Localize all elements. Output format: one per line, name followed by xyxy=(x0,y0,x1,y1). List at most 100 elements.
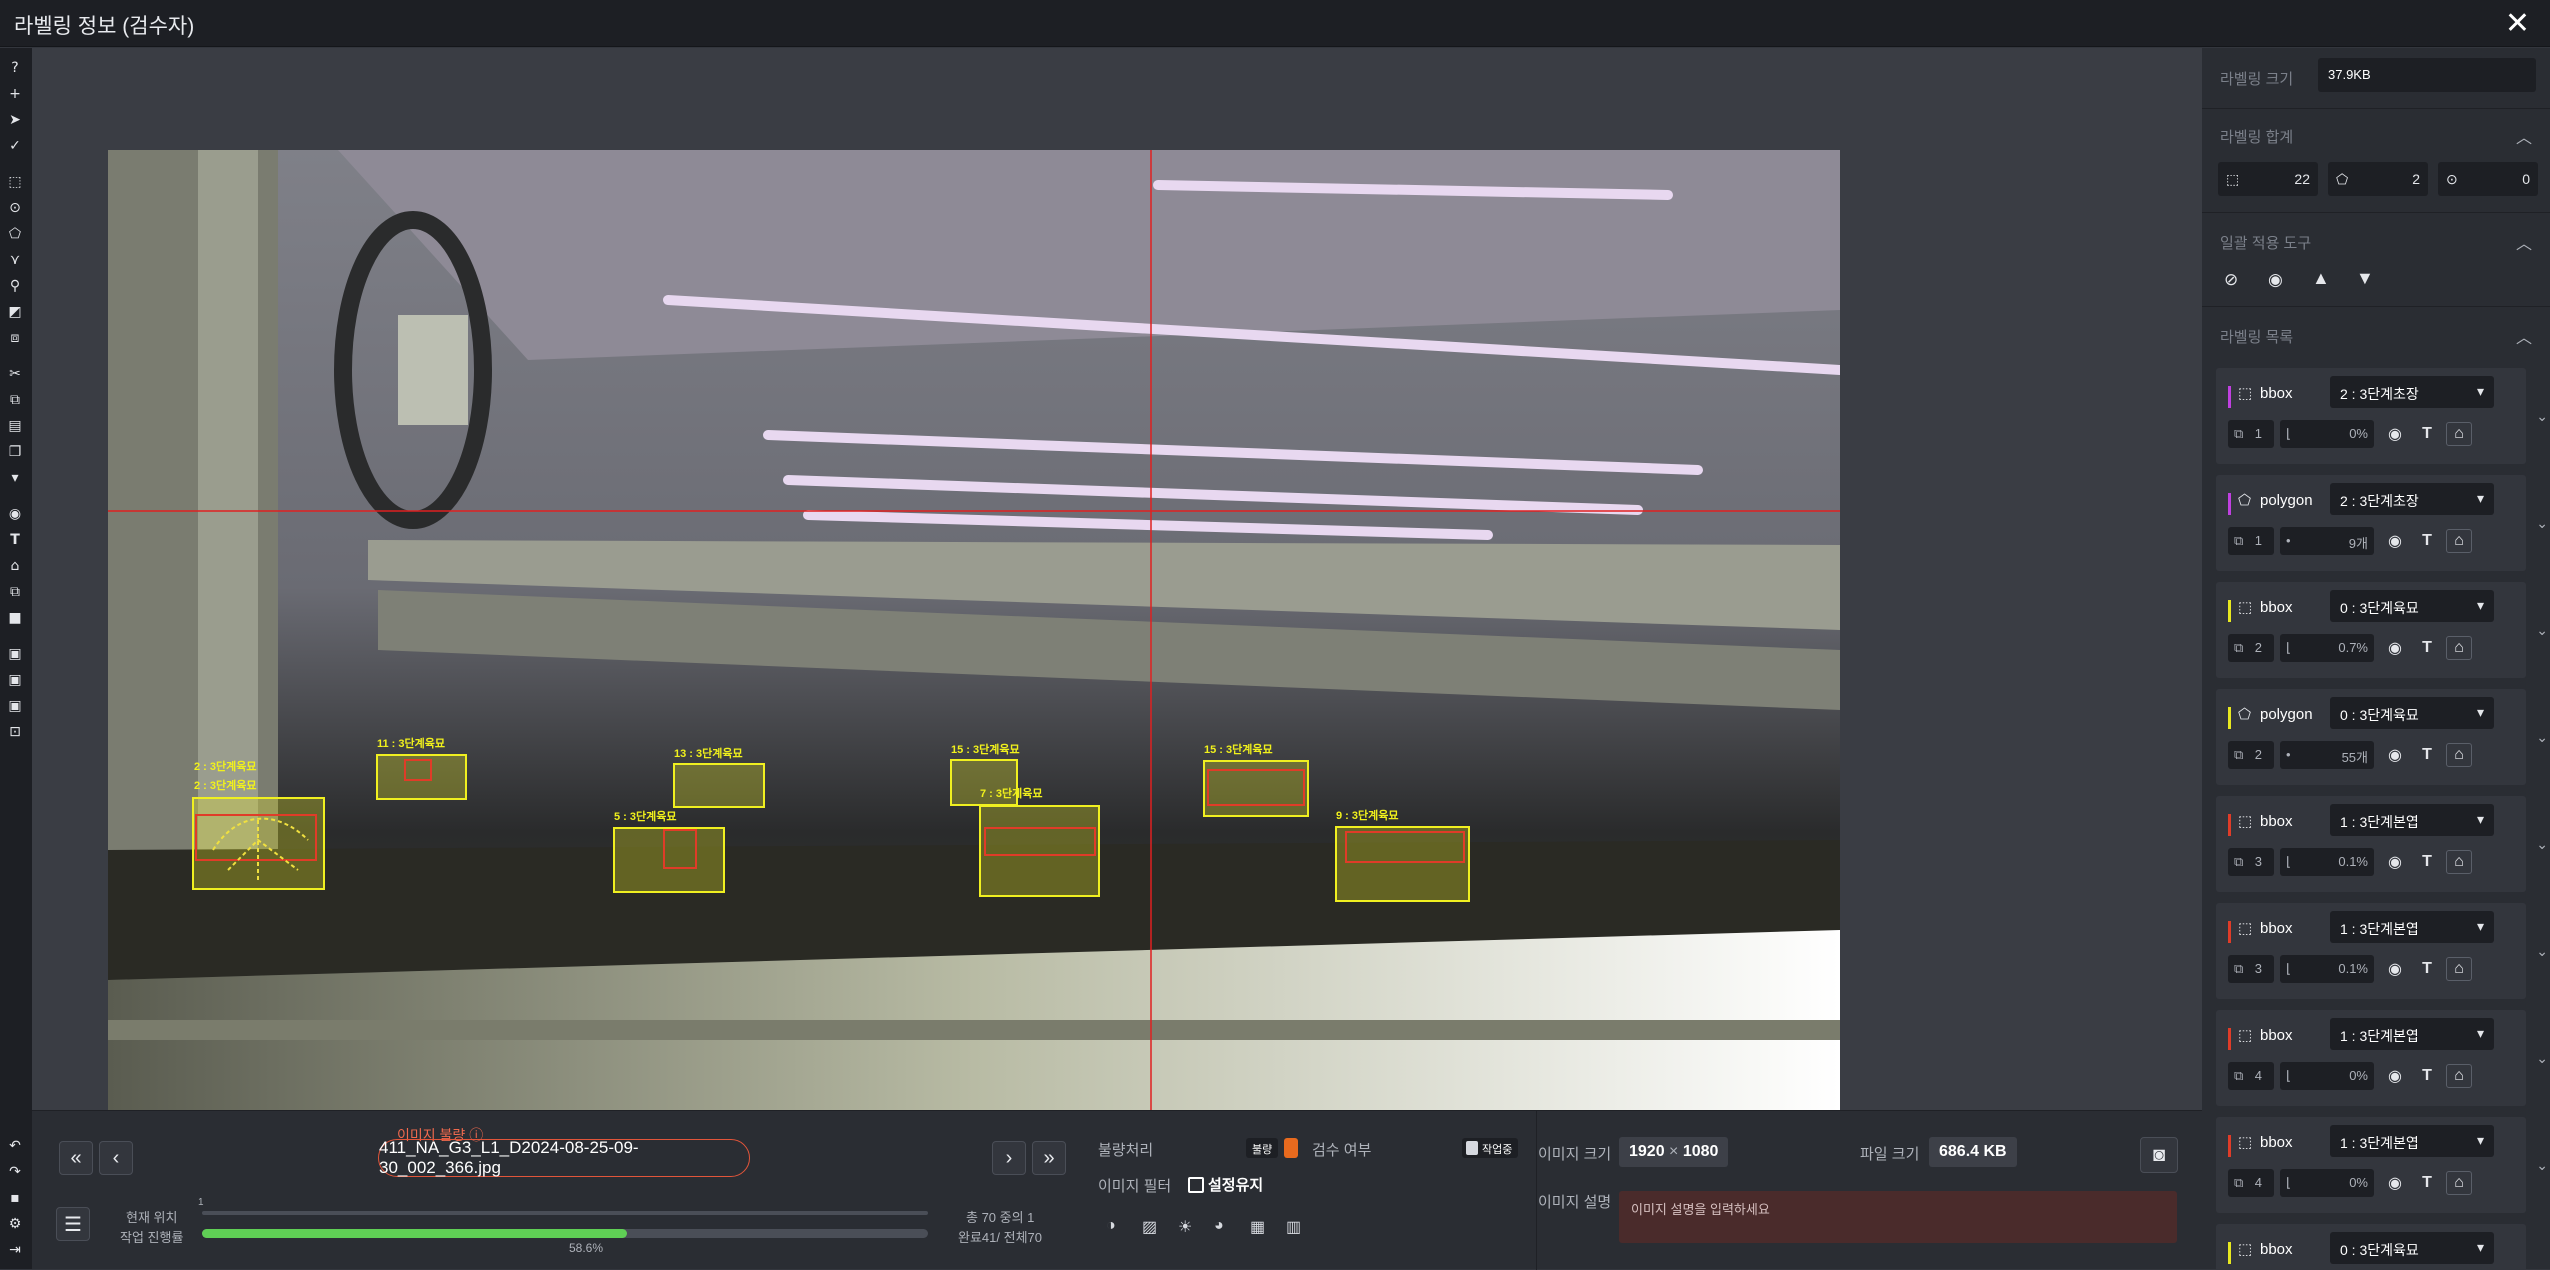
class-select[interactable]: 1 : 3단계본엽 xyxy=(2330,911,2494,943)
class-select[interactable]: 1 : 3단계본엽 xyxy=(2330,804,2494,836)
delete-icon[interactable]: ▾ xyxy=(4,468,26,488)
settings-icon[interactable]: ⚙ xyxy=(4,1214,26,1234)
image-canvas[interactable]: 2 : 3단계육묘 2 : 3단계육묘 11 : 3단계육묘 13 : 3단계육… xyxy=(108,150,1840,1123)
segment-icon[interactable]: ◩ xyxy=(4,302,26,322)
check-icon[interactable]: ✓ xyxy=(4,136,26,156)
class-select[interactable]: 0 : 3단계육묘 xyxy=(2330,697,2494,729)
next-image-button[interactable]: › xyxy=(992,1141,1026,1175)
lock-icon[interactable]: ⌂ xyxy=(2446,1171,2472,1195)
copy-icon[interactable]: ⧉ xyxy=(4,390,26,410)
duplicate-icon[interactable]: ❐ xyxy=(4,442,26,462)
chevron-down-icon[interactable]: ⌄ xyxy=(2536,622,2548,639)
image-save-icon[interactable]: ▣ xyxy=(4,670,26,690)
point-icon[interactable]: ⊙ xyxy=(4,198,26,218)
text-icon[interactable]: T xyxy=(2414,743,2440,767)
eye-icon[interactable]: ◉ xyxy=(2382,422,2408,446)
lock-icon[interactable]: ⌂ xyxy=(4,556,26,576)
class-select[interactable]: 2 : 3단계초장 xyxy=(2330,483,2494,515)
help-icon[interactable]: ? xyxy=(4,58,26,78)
label-list-item[interactable]: ⬚ bbox 1 : 3단계본엽 ⧉ 4 ⌊ 0% ◉T⌂ ⌄ xyxy=(2216,1010,2548,1106)
show-all-icon[interactable]: ◉ xyxy=(2268,270,2283,290)
chevron-up-icon[interactable]: ︿ xyxy=(2516,124,2532,148)
class-select[interactable]: 0 : 3단계육묘 xyxy=(2330,590,2494,622)
label-list-item[interactable]: ⬠ polygon 0 : 3단계육묘 ⧉ 2 • 55개 ◉T⌂ ⌄ xyxy=(2216,689,2548,785)
text-icon[interactable]: T xyxy=(2414,636,2440,660)
chevron-up-icon[interactable]: ︿ xyxy=(2516,230,2532,254)
plus-icon[interactable]: + xyxy=(4,84,26,104)
class-select[interactable]: 2 : 3단계초장 xyxy=(2330,376,2494,408)
label-list-item[interactable]: ⬚bbox0 : 3단계육묘⧉ ⌊◉T⌂⌄ xyxy=(2216,1224,2548,1269)
first-image-button[interactable]: « xyxy=(59,1141,93,1175)
saturation-icon[interactable]: ◕ xyxy=(1214,1217,1224,1235)
eye-icon[interactable]: ◉ xyxy=(2382,1064,2408,1088)
texture-icon[interactable]: ▨ xyxy=(1142,1217,1157,1237)
chevron-down-icon[interactable]: ⌄ xyxy=(2536,1050,2548,1067)
lock-icon[interactable]: ⌂ xyxy=(2446,850,2472,874)
image-fit-icon[interactable]: ⊡ xyxy=(4,722,26,742)
text-icon[interactable]: T xyxy=(4,530,26,550)
label-list-item[interactable]: ⬠ polygon 2 : 3단계초장 ⧉ 1 • 9개 ◉T⌂ ⌄ xyxy=(2216,475,2548,571)
grayscale-icon[interactable]: ▥ xyxy=(1286,1217,1301,1237)
eye-icon[interactable]: ◉ xyxy=(2382,636,2408,660)
chevron-down-icon[interactable]: ⌄ xyxy=(2536,408,2548,425)
move-down-icon[interactable]: ▼ xyxy=(2356,268,2374,289)
cut-icon[interactable]: ✂ xyxy=(4,364,26,384)
text-icon[interactable]: T xyxy=(2414,1064,2440,1088)
image-desc-input[interactable]: 이미지 설명을 입력하세요 xyxy=(1619,1191,2177,1243)
class-select[interactable]: 1 : 3단계본엽 xyxy=(2330,1125,2494,1157)
eye-icon[interactable]: ◉ xyxy=(4,504,26,524)
lock-icon[interactable]: ⌂ xyxy=(2446,422,2472,446)
layer-down-icon[interactable]: ■ xyxy=(4,608,26,628)
chevron-up-icon[interactable]: ︿ xyxy=(2516,324,2532,348)
lock-icon[interactable]: ⌂ xyxy=(2446,957,2472,981)
redo-icon[interactable]: ↷ xyxy=(4,1162,26,1182)
prev-image-button[interactable]: ‹ xyxy=(99,1141,133,1175)
undo-icon[interactable]: ↶ xyxy=(4,1136,26,1156)
paste-icon[interactable]: ▤ xyxy=(4,416,26,436)
save-icon[interactable]: ▪ xyxy=(4,1188,26,1208)
label-list-item[interactable]: ⬚ bbox 1 : 3단계본엽 ⧉ 3 ⌊ 0.1% ◉T⌂ ⌄ xyxy=(2216,796,2548,892)
label-list-item[interactable]: ⬚ bbox 0 : 3단계육묘 ⧉ 2 ⌊ 0.7% ◉T⌂ ⌄ xyxy=(2216,582,2548,678)
keep-setting-checkbox[interactable]: 설정유지 xyxy=(1188,1174,1263,1195)
close-icon[interactable]: ✕ xyxy=(2505,6,2530,41)
label-list-item[interactable]: ⬚ bbox 2 : 3단계초장 ⧉ 1 ⌊ 0% ◉T⌂ ⌄ xyxy=(2216,368,2548,464)
chevron-down-icon[interactable]: ⌄ xyxy=(2536,943,2548,960)
text-icon[interactable]: T xyxy=(2414,957,2440,981)
chevron-down-icon[interactable]: ⌄ xyxy=(2536,1264,2548,1269)
logout-icon[interactable]: ⇥ xyxy=(4,1240,26,1260)
lock-icon[interactable]: ⌂ xyxy=(2446,636,2472,660)
canvas-area[interactable]: 2 : 3단계육묘 2 : 3단계육묘 11 : 3단계육묘 13 : 3단계육… xyxy=(32,48,2202,1123)
class-select[interactable]: 1 : 3단계본엽 xyxy=(2330,1018,2494,1050)
last-image-button[interactable]: » xyxy=(1032,1141,1066,1175)
text-icon[interactable]: T xyxy=(2414,1171,2440,1195)
polygon-icon[interactable]: ⬠ xyxy=(4,224,26,244)
lock-icon[interactable]: ⌂ xyxy=(2446,743,2472,767)
class-select[interactable]: 0 : 3단계육묘 xyxy=(2330,1232,2494,1264)
label-list-item[interactable]: ⬚ bbox 1 : 3단계본엽 ⧉ 4 ⌊ 0% ◉T⌂ ⌄ xyxy=(2216,1117,2548,1213)
bbox-icon[interactable]: ⬚ xyxy=(4,172,26,192)
inspect-tag[interactable]: 작업중 xyxy=(1462,1138,1519,1158)
chevron-down-icon[interactable]: ⌄ xyxy=(2536,1157,2548,1174)
chevron-down-icon[interactable]: ⌄ xyxy=(2536,836,2548,853)
hide-all-icon[interactable]: ⊘ xyxy=(2224,270,2238,290)
camera-icon[interactable]: ◙ xyxy=(2140,1137,2178,1173)
text-icon[interactable]: T xyxy=(2414,422,2440,446)
eye-icon[interactable]: ◉ xyxy=(2382,743,2408,767)
contrast-icon[interactable]: ◑ xyxy=(1106,1217,1116,1235)
label-list-item[interactable]: ⬚ bbox 1 : 3단계본엽 ⧉ 3 ⌊ 0.1% ◉T⌂ ⌄ xyxy=(2216,903,2548,999)
image-load-icon[interactable]: ▣ xyxy=(4,696,26,716)
eye-icon[interactable]: ◉ xyxy=(2382,1171,2408,1195)
chevron-down-icon[interactable]: ⌄ xyxy=(2536,515,2548,532)
eye-icon[interactable]: ◉ xyxy=(2382,850,2408,874)
layer-up-icon[interactable]: ⧉ xyxy=(4,582,26,602)
lock-icon[interactable]: ⌂ xyxy=(2446,1064,2472,1088)
image-icon[interactable]: ▣ xyxy=(4,644,26,664)
chevron-down-icon[interactable]: ⌄ xyxy=(2536,729,2548,746)
polyline-icon[interactable]: ⋎ xyxy=(4,250,26,270)
brightness-icon[interactable]: ☀ xyxy=(1178,1217,1192,1237)
defect-toggle[interactable] xyxy=(1284,1138,1298,1158)
text-icon[interactable]: T xyxy=(2414,850,2440,874)
move-up-icon[interactable]: ▲ xyxy=(2312,268,2330,289)
eye-icon[interactable]: ◉ xyxy=(2382,529,2408,553)
text-icon[interactable]: T xyxy=(2414,529,2440,553)
